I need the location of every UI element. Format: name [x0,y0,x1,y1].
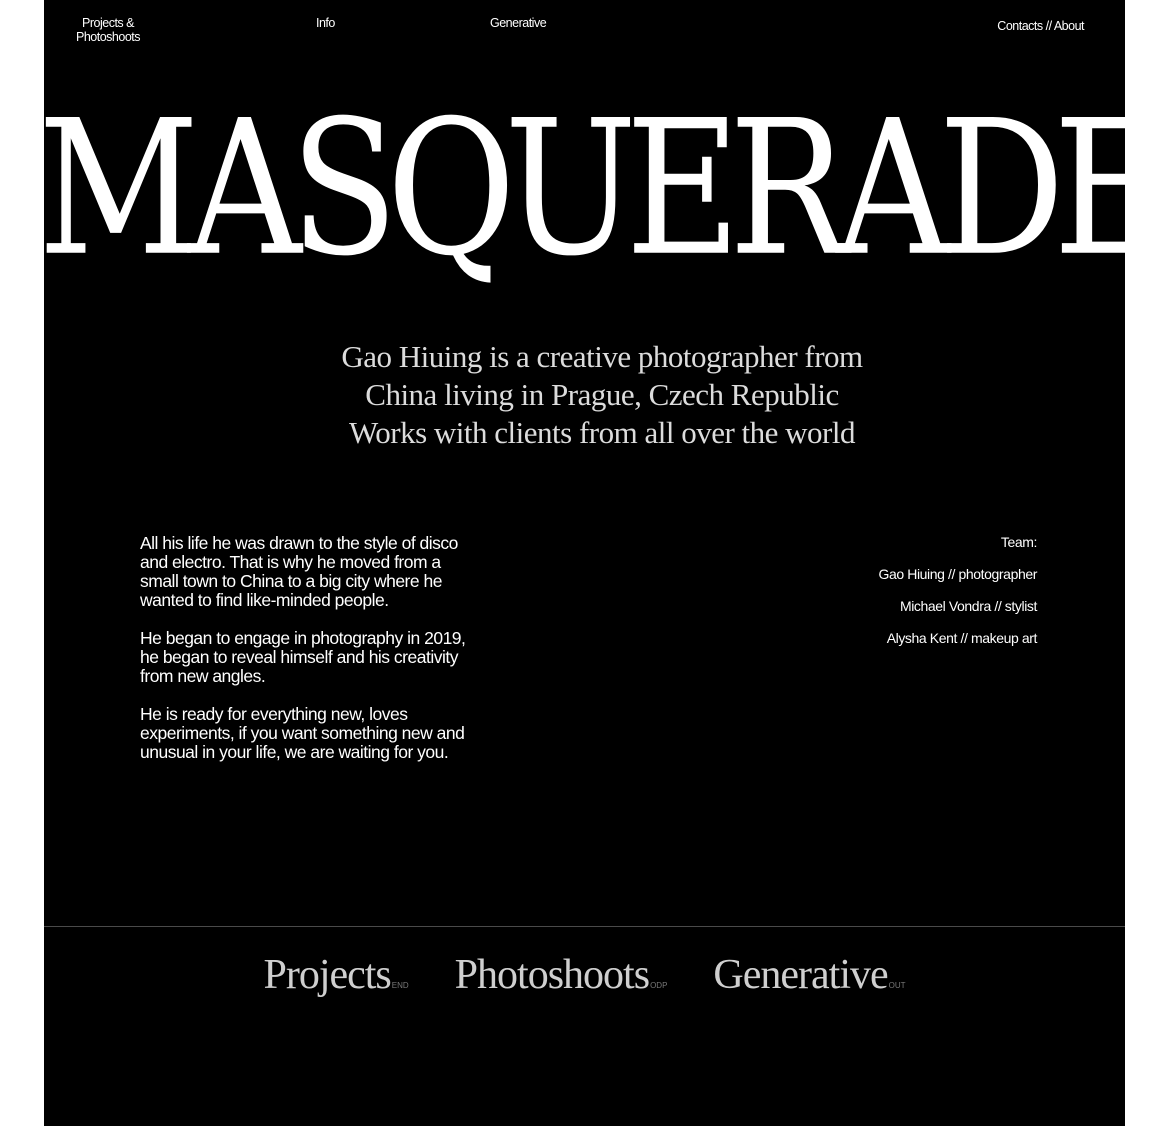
footer-link-tag: END [391,981,409,990]
footer-divider [44,926,1125,927]
nav-contacts-about-link[interactable]: Contacts // About [997,19,1084,33]
team-member: Alysha Kent // makeup art [886,630,1038,646]
footer-link-tag: OUT [888,981,906,990]
footer-nav: Projects END Photoshoots ODP Generative OUT [44,950,1125,1011]
nav-generative-link[interactable]: Generative [490,16,547,30]
intro-line-2: China living in Prague, Czech Republic [365,377,839,412]
footer-link-label: Generative [713,952,888,998]
footer-photoshoots-link[interactable]: Photoshoots ODP [455,950,668,1011]
intro-line-3: Works with clients from all over the wor… [349,415,855,450]
nav-info-link[interactable]: Info [316,16,335,30]
bio-text: All his life he was drawn to the style o… [140,534,470,781]
hero-title: MASQUERADE [44,80,1125,297]
intro-line-1: Gao Hiuing is a creative photographer fr… [341,339,863,374]
footer-projects-link[interactable]: Projects END [263,950,408,1011]
bio-paragraph-2: He began to engage in photography in 201… [140,628,466,686]
footer-link-label: Projects [263,952,391,998]
nav-projects-photoshoots-link[interactable]: Projects & Photoshoots [71,16,145,44]
footer-link-label: Photoshoots [454,952,650,998]
team-list: Team: Gao Hiuing // photographer Michael… [737,534,1038,662]
bio-paragraph-1: All his life he was drawn to the style o… [140,533,458,610]
team-member: Gao Hiuing // photographer [878,566,1038,582]
footer-link-tag: ODP [650,981,668,990]
bio-paragraph-3: He is ready for everything new, loves ex… [140,704,465,762]
page-canvas: Projects & Photoshoots Info Generative C… [44,0,1125,1126]
team-heading: Team: [1000,534,1038,550]
intro-statement: Gao Hiuing is a creative photographer fr… [44,338,1125,452]
footer-generative-link[interactable]: Generative OUT [713,950,905,1011]
team-member: Michael Vondra // stylist [899,598,1037,614]
